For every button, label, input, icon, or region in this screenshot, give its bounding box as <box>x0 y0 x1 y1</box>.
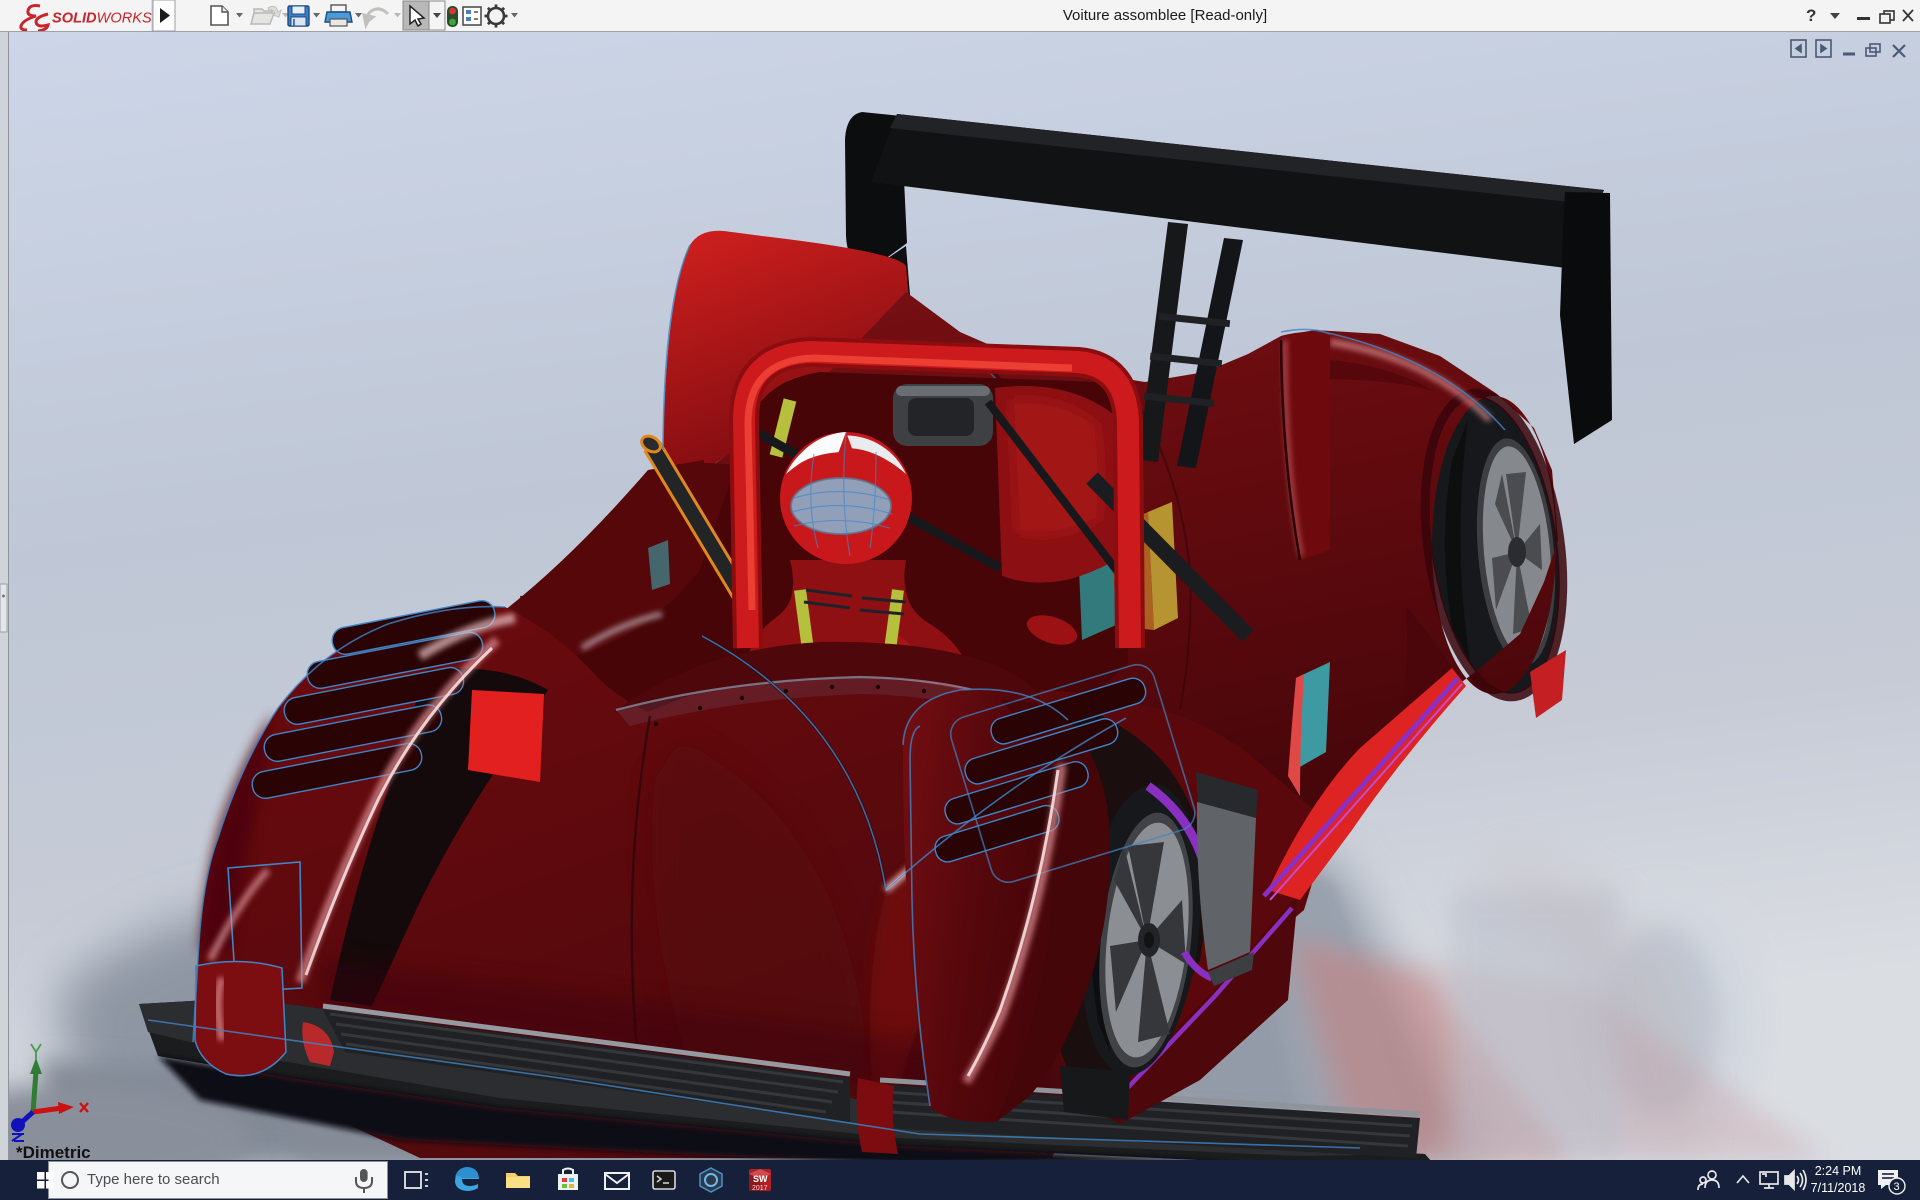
svg-text:?: ? <box>1806 6 1816 25</box>
svg-text:2017: 2017 <box>752 1185 768 1192</box>
svg-text:SOLIDWORKS: SOLIDWORKS <box>52 11 152 27</box>
svg-text:3: 3 <box>1894 1181 1900 1193</box>
svg-text:SW: SW <box>753 1174 768 1184</box>
svg-text:*Dimetric: *Dimetric <box>16 1143 91 1160</box>
